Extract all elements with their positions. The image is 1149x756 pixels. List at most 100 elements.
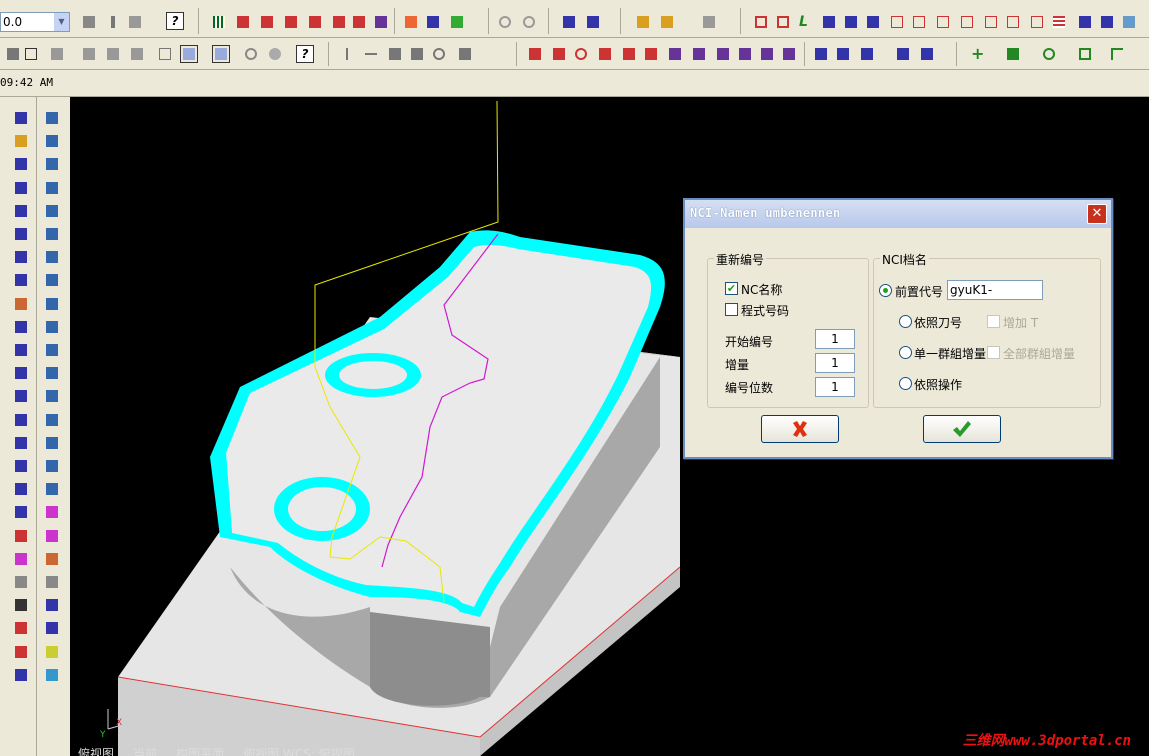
tool-icon[interactable]: [12, 596, 30, 614]
start-number-input[interactable]: 1: [815, 329, 855, 349]
hexagon-solid-icon[interactable]: [80, 45, 98, 63]
no-icon[interactable]: [242, 45, 260, 63]
plane-icon[interactable]: [812, 45, 830, 63]
analyze-angle-icon[interactable]: [258, 13, 276, 31]
spring-icon[interactable]: [12, 318, 30, 336]
shape-select-icon[interactable]: [180, 45, 198, 63]
intersect-icon[interactable]: [550, 45, 568, 63]
dim-vertical-icon[interactable]: [338, 45, 356, 63]
solid-extrude-icon[interactable]: [43, 132, 61, 150]
window-icon[interactable]: [43, 550, 61, 568]
solid-shell-icon[interactable]: [43, 225, 61, 243]
by-tool-radio[interactable]: [899, 315, 912, 328]
hatch-icon[interactable]: [12, 271, 30, 289]
tracking-icon[interactable]: [12, 411, 30, 429]
solid-sweep-icon[interactable]: [43, 202, 61, 220]
face-icon[interactable]: [958, 13, 976, 31]
point-add-icon[interactable]: [526, 45, 544, 63]
single-group-radio[interactable]: [899, 346, 912, 359]
analyze-db-icon[interactable]: [372, 13, 390, 31]
sigma-icon[interactable]: [424, 13, 442, 31]
analyze-area-icon[interactable]: [282, 13, 300, 31]
node-tree-icon[interactable]: [43, 457, 61, 475]
stairs-icon[interactable]: [43, 341, 61, 359]
modify-icon[interactable]: [658, 13, 676, 31]
mesh-icon[interactable]: [12, 457, 30, 475]
add-t-checkbox[interactable]: [987, 315, 1000, 328]
arch-icon[interactable]: [1076, 13, 1094, 31]
digits-input[interactable]: 1: [815, 377, 855, 397]
pen-icon[interactable]: [43, 503, 61, 521]
hexagon-solid-2-icon[interactable]: [104, 45, 122, 63]
document-icon[interactable]: [12, 573, 30, 591]
analyze-dim-icon[interactable]: [350, 13, 368, 31]
bolt-circle-icon[interactable]: [842, 13, 860, 31]
rectangle-icon[interactable]: [752, 13, 770, 31]
globe-icon[interactable]: [12, 434, 30, 452]
surface-2-icon[interactable]: [43, 364, 61, 382]
help-icon-2[interactable]: ?: [296, 45, 314, 63]
node-2-icon[interactable]: [690, 45, 708, 63]
diagonal-icon[interactable]: [642, 45, 660, 63]
line-draw-icon[interactable]: [1004, 45, 1022, 63]
dim-arrow-icon[interactable]: [456, 45, 474, 63]
layers-icon[interactable]: [12, 225, 30, 243]
pocket-flow-icon[interactable]: [43, 387, 61, 405]
ok-button[interactable]: [923, 415, 1001, 443]
letter-l-icon[interactable]: L: [796, 13, 814, 31]
spline-icon[interactable]: [820, 13, 838, 31]
chevron-down-icon[interactable]: ▼: [54, 13, 69, 31]
line-snap-icon[interactable]: [596, 45, 614, 63]
hammer-icon[interactable]: [12, 619, 30, 637]
frame-icon[interactable]: [43, 434, 61, 452]
dim-diameter-icon[interactable]: [430, 45, 448, 63]
document-2-icon[interactable]: [43, 573, 61, 591]
spring-2-icon[interactable]: [43, 318, 61, 336]
program-number-checkbox[interactable]: [725, 303, 738, 316]
drill-bit-icon[interactable]: [12, 295, 30, 313]
circle-draw-icon[interactable]: [1040, 45, 1058, 63]
center-icon[interactable]: [572, 45, 590, 63]
capsule-icon[interactable]: [43, 295, 61, 313]
tool-manager-icon[interactable]: [700, 13, 718, 31]
break-icon[interactable]: [584, 13, 602, 31]
flag-icon[interactable]: [780, 45, 798, 63]
analyze-icon[interactable]: [234, 13, 252, 31]
hexagon-solid-3-icon[interactable]: [128, 45, 146, 63]
dim-parallel-icon[interactable]: [386, 45, 404, 63]
exclamation-icon[interactable]: [104, 13, 122, 31]
node-icon[interactable]: [666, 45, 684, 63]
dim-radius-icon[interactable]: [408, 45, 426, 63]
undo-icon[interactable]: [496, 13, 514, 31]
trim-icon[interactable]: [560, 13, 578, 31]
plane-slope-icon[interactable]: [12, 179, 30, 197]
node-4-icon[interactable]: [736, 45, 754, 63]
solid-loft-icon[interactable]: [43, 179, 61, 197]
solid-link-icon[interactable]: [43, 271, 61, 289]
drill-icon[interactable]: [934, 13, 952, 31]
grid-red-icon[interactable]: [1028, 13, 1046, 31]
steps-icon[interactable]: [12, 341, 30, 359]
engrave-icon[interactable]: [1004, 13, 1022, 31]
cross-icon[interactable]: [620, 45, 638, 63]
eraser-icon[interactable]: [1098, 13, 1116, 31]
plus-icon[interactable]: +: [968, 45, 986, 63]
sphere-icon-2[interactable]: [43, 666, 61, 684]
sphere-icon[interactable]: [266, 45, 284, 63]
analyze-contour-icon[interactable]: [330, 13, 348, 31]
lathe-icon[interactable]: [43, 411, 61, 429]
by-operation-radio[interactable]: [899, 377, 912, 390]
arrows-icon[interactable]: [918, 45, 936, 63]
fillet-icon[interactable]: [1108, 45, 1126, 63]
solid-revolve-icon[interactable]: [43, 155, 61, 173]
help-icon[interactable]: ?: [166, 12, 184, 30]
chain-icon[interactable]: [12, 527, 30, 545]
grid-blue-icon[interactable]: [894, 45, 912, 63]
all-groups-checkbox[interactable]: [987, 346, 1000, 359]
prefix-radio[interactable]: [879, 284, 892, 297]
render-icon[interactable]: [402, 13, 420, 31]
polygon-icon[interactable]: [864, 13, 882, 31]
tool-path-icon[interactable]: [12, 109, 30, 127]
zigzag-icon[interactable]: [12, 248, 30, 266]
selection-arrow-icon[interactable]: [4, 45, 22, 63]
